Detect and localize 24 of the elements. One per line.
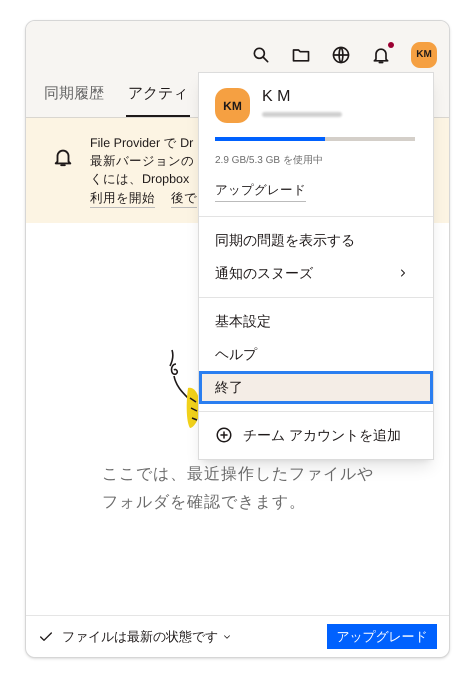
banner-link[interactable]: 後で [171, 189, 197, 208]
sync-status-dropdown[interactable]: ファイルは最新の状態です [62, 626, 232, 646]
avatar: KM [215, 88, 250, 123]
storage-usage-text: 2.9 GB/5.3 GB を使用中 [215, 154, 324, 168]
account-name: K M [262, 88, 292, 106]
empty-state-text: ここでは、最近操作したファイルや [102, 464, 374, 485]
menu-item[interactable]: 基本設定 [199, 304, 433, 338]
menu-item[interactable]: チーム アカウントを追加 [199, 418, 433, 452]
tab[interactable]: 同期履歴 [42, 80, 106, 117]
menu-item[interactable]: ヘルプ [199, 338, 433, 371]
upgrade-link[interactable]: アップグレード [215, 181, 306, 202]
empty-state-text: フォルダを確認できます。 [102, 492, 307, 513]
menu-item[interactable]: 同期の問題を表示する [199, 224, 433, 257]
upgrade-button[interactable]: アップグレード [327, 624, 437, 649]
globe-icon[interactable] [331, 44, 351, 64]
banner-text: くには、Dropbox [90, 171, 190, 188]
banner-text: File Provider で Dr [90, 135, 194, 152]
add-circle-icon [215, 426, 233, 444]
banner-text: 最新バージョンの [90, 153, 195, 170]
search-icon[interactable] [251, 44, 271, 64]
menu-item[interactable]: 終了 [199, 370, 433, 404]
avatar-button[interactable]: KM [411, 42, 437, 68]
banner-link[interactable]: 利用を開始 [90, 189, 155, 208]
menu-item[interactable]: 通知のスヌーズ [199, 256, 433, 290]
